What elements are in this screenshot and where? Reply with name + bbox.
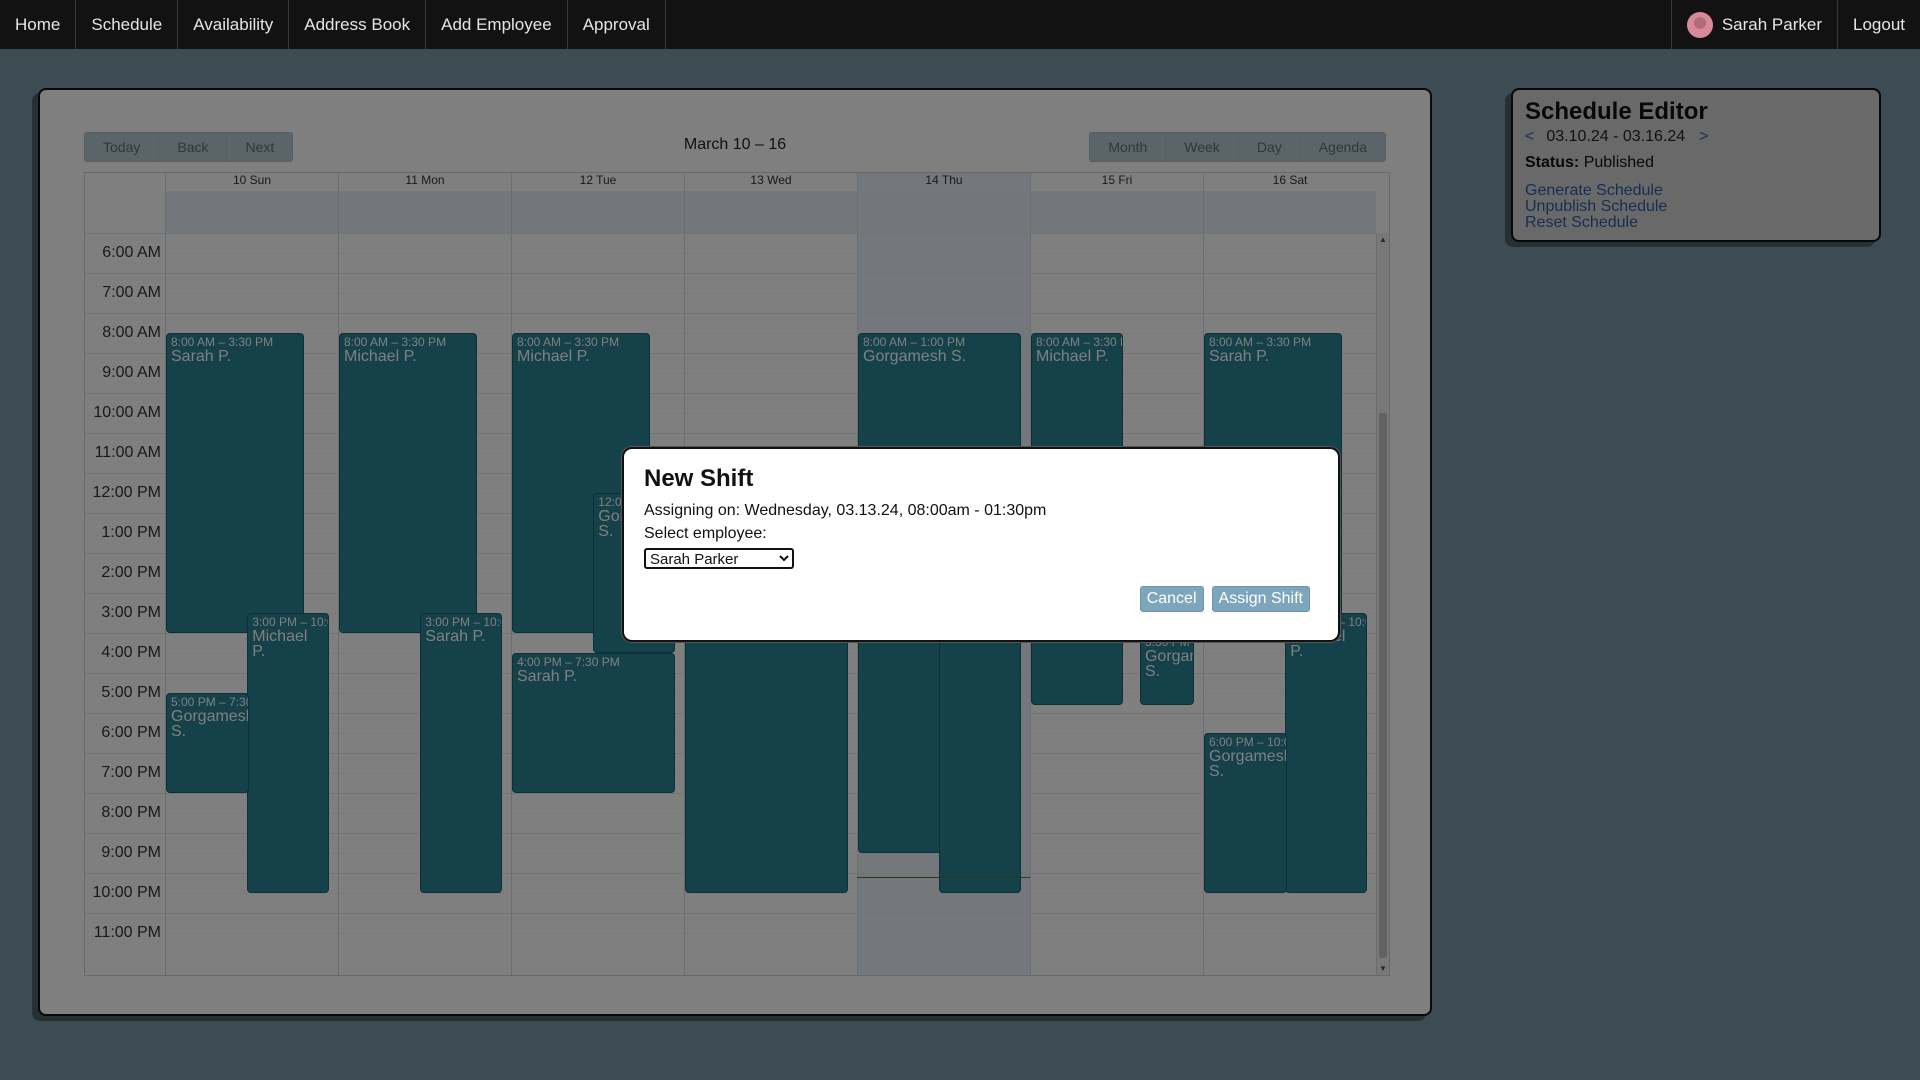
nav-home[interactable]: Home [0, 0, 77, 49]
new-shift-modal: New Shift Assigning on: Wednesday, 03.13… [622, 447, 1340, 642]
employee-select[interactable]: Sarah Parker [644, 548, 794, 569]
modal-title: New Shift [644, 465, 754, 492]
nav-schedule[interactable]: Schedule [76, 0, 179, 49]
nav-approval[interactable]: Approval [568, 0, 666, 49]
select-employee-label: Select employee: [644, 525, 767, 542]
nav-address-book[interactable]: Address Book [289, 0, 427, 49]
assign-shift-button[interactable]: Assign Shift [1211, 586, 1310, 612]
nav-add-employee[interactable]: Add Employee [426, 0, 568, 49]
user-menu[interactable]: Sarah Parker [1670, 0, 1838, 49]
cancel-button[interactable]: Cancel [1139, 586, 1204, 612]
modal-actions: Cancel Assign Shift [1139, 586, 1310, 612]
nav-availability[interactable]: Availability [178, 0, 290, 49]
logout-link[interactable]: Logout [1838, 0, 1920, 49]
top-nav: Home Schedule Availability Address Book … [0, 0, 1920, 49]
assigning-info: Assigning on: Wednesday, 03.13.24, 08:00… [644, 502, 1047, 519]
avatar-icon [1686, 11, 1713, 38]
user-name: Sarah Parker [1721, 14, 1822, 34]
